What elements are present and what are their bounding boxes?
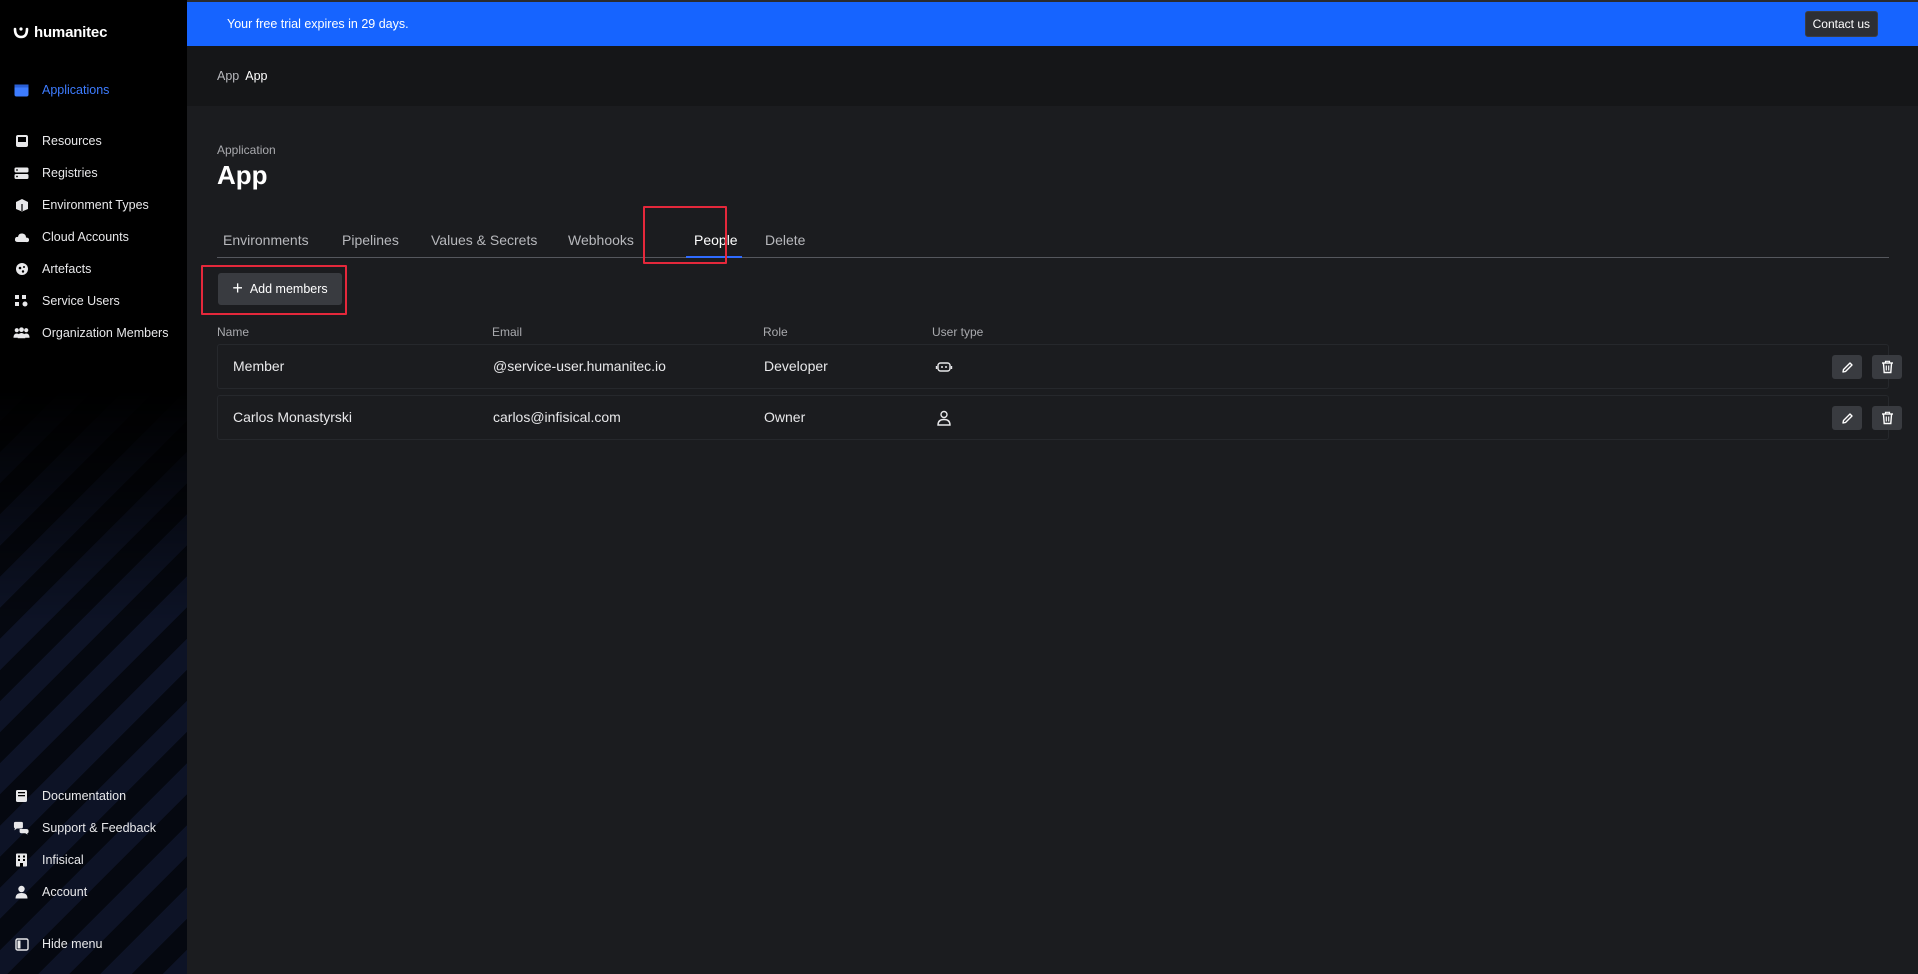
tab-people[interactable]: People [694,232,738,248]
tab-webhooks[interactable]: Webhooks [568,232,634,248]
hide-menu-label: Hide menu [42,937,103,951]
active-tab-indicator [686,256,742,258]
member-role: Owner [764,409,806,425]
edit-member-button[interactable] [1832,355,1862,379]
table-row: Carlos Monastyrski carlos@infisical.com … [217,395,1902,440]
column-header-role[interactable]: Role [763,325,788,339]
sidebar-item-account[interactable]: Account [13,882,87,902]
resources-icon [13,133,30,150]
hide-menu-icon [13,936,30,953]
brand-logo[interactable]: humanitec [13,24,107,41]
sidebar-item-label: Artefacts [42,262,92,276]
sidebar-item-support-feedback[interactable]: Support & Feedback [13,818,156,838]
member-email: @service-user.humanitec.io [493,358,666,374]
artefacts-icon [13,261,30,278]
member-name: Carlos Monastyrski [233,409,353,425]
organization-members-icon [13,325,30,342]
contact-us-button[interactable]: Contact us [1804,11,1878,37]
hide-menu-button[interactable]: Hide menu [13,934,102,954]
sidebar-item-infisical[interactable]: Infisical [13,850,84,870]
organization-icon [13,852,30,869]
breadcrumb-item-current: App [245,69,268,83]
tab-delete[interactable]: Delete [765,232,805,248]
sidebar-item-organization-members[interactable]: Organization Members [13,323,168,343]
brand-name: humanitec [34,24,108,41]
add-members-button[interactable]: + Add members [218,273,342,305]
pencil-icon [1841,361,1853,373]
page-title: App [217,160,268,190]
documentation-icon [13,788,30,805]
environment-types-icon [13,197,30,214]
sidebar-item-environment-types[interactable]: Environment Types [13,195,149,215]
sidebar-item-artefacts[interactable]: Artefacts [13,259,91,279]
column-header-user-type[interactable]: User type [932,325,983,339]
robot-icon [935,362,953,372]
sidebar-item-documentation[interactable]: Documentation [13,786,126,806]
account-icon [13,884,30,901]
sidebar-item-label: Account [42,885,88,899]
service-users-icon [13,293,30,310]
sidebar-item-label: Organization Members [42,326,169,340]
sidebar-item-label: Resources [42,134,102,148]
sidebar-item-label: Infisical [42,853,84,867]
tab-values-secrets[interactable]: Values & Secrets [431,232,537,248]
member-role: Developer [764,358,828,374]
tab-bar: Environments Pipelines Values & Secrets … [217,224,1889,258]
delete-member-button[interactable] [1872,355,1902,379]
page-kicker: Application [217,143,276,157]
delete-member-button[interactable] [1872,406,1902,430]
support-icon [13,820,30,837]
column-header-name[interactable]: Name [217,325,249,339]
column-header-email[interactable]: Email [492,325,522,339]
plus-icon: + [232,278,243,298]
add-members-label: Add members [249,282,328,296]
sidebar-item-resources[interactable]: Resources [13,131,102,151]
sidebar-item-label: Documentation [42,789,127,803]
main-content: Application App Environments Pipelines V… [187,106,1918,974]
breadcrumb: App App [187,46,1918,106]
sidebar-item-label: Support & Feedback [42,821,156,835]
applications-icon [13,82,30,99]
sidebar-item-applications[interactable]: Applications [13,80,109,100]
person-icon [937,410,951,426]
humanitec-logo-icon [13,26,29,38]
sidebar-item-service-users[interactable]: Service Users [13,291,120,311]
sidebar: humanitec Applications Resources Registr… [0,0,187,974]
table-row: Member @service-user.humanitec.io Develo… [217,344,1902,389]
sidebar-item-cloud-accounts[interactable]: Cloud Accounts [13,227,129,247]
sidebar-item-label: Environment Types [42,198,149,212]
trial-banner-text: Your free trial expires in 29 days. [227,17,409,31]
sidebar-item-label: Service Users [42,294,120,308]
member-email: carlos@infisical.com [493,409,621,425]
trial-banner: Your free trial expires in 29 days. Cont… [187,2,1918,46]
sidebar-item-label: Registries [42,166,98,180]
registries-icon [13,165,30,182]
trash-icon [1881,411,1893,425]
breadcrumb-item-app-link[interactable]: App [217,69,239,83]
trash-icon [1881,360,1893,374]
tab-pipelines[interactable]: Pipelines [342,232,399,248]
sidebar-item-registries[interactable]: Registries [13,163,98,183]
pencil-icon [1841,412,1853,424]
sidebar-item-label: Applications [42,83,110,97]
tab-environments[interactable]: Environments [223,232,309,248]
edit-member-button[interactable] [1832,406,1862,430]
cloud-accounts-icon [13,229,30,246]
sidebar-item-label: Cloud Accounts [42,230,129,244]
member-name: Member [233,358,285,374]
